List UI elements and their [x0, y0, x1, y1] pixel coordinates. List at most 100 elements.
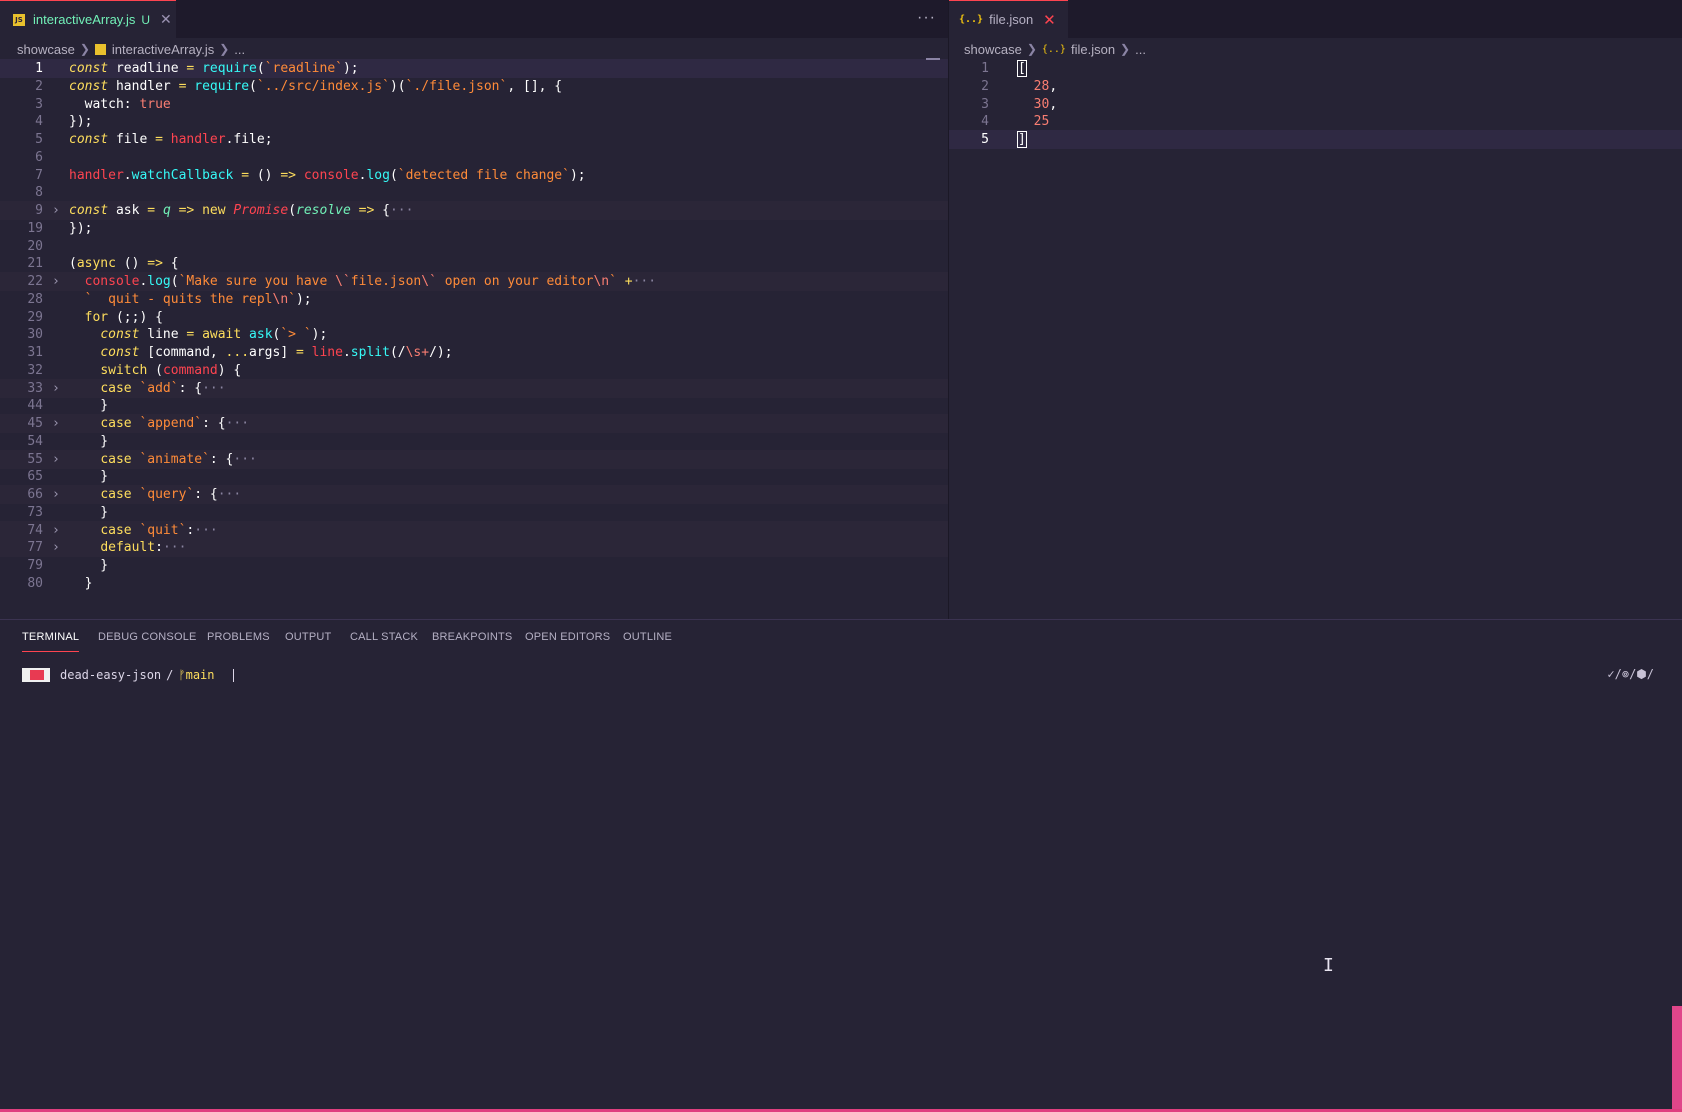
code-line[interactable]: 4});: [0, 112, 948, 131]
code-token: ask: [249, 327, 273, 343]
code-token: : {: [209, 451, 234, 467]
code-line[interactable]: 65 }: [0, 467, 948, 486]
scrollbar-indicator[interactable]: [926, 58, 940, 60]
fold-chevron-icon[interactable]: ›: [52, 272, 64, 291]
line-number: 5: [35, 132, 43, 147]
line-number: 6: [35, 149, 43, 165]
code-token: )(: [389, 78, 406, 94]
code-line[interactable]: 45 › case `append`: {···: [0, 414, 948, 433]
code-line[interactable]: 3 30,: [949, 95, 1682, 114]
tab-interactive-array[interactable]: JS interactiveArray.js U ✕: [0, 0, 176, 38]
code-line[interactable]: 9 › const ask = q => new Promise(resolve =…: [0, 201, 948, 220]
code-line[interactable]: 77 › default:···: [0, 538, 948, 558]
line-number: 8: [35, 185, 43, 201]
breadcrumb-file[interactable]: file.json: [1071, 42, 1115, 57]
code-editor-right[interactable]: 1[2 28, 3 30, 4 25 5]: [949, 59, 1682, 619]
code-text: });: [69, 219, 92, 238]
line-number: 44: [27, 398, 43, 414]
code-line[interactable]: 4 25: [949, 112, 1682, 131]
breadcrumb-folder[interactable]: showcase: [964, 42, 1022, 57]
code-token: [command,: [139, 345, 226, 360]
code-line[interactable]: 5 const file = handler.file;: [0, 130, 948, 149]
code-token: `add`: [139, 380, 179, 396]
code-token: ask: [108, 203, 148, 218]
code-line[interactable]: 33 › case `add`: {···: [0, 378, 948, 398]
code-line[interactable]: 19});: [0, 219, 948, 238]
tab-file-json[interactable]: {..} file.json ✕: [949, 0, 1068, 38]
breadcrumb-folder[interactable]: showcase: [17, 42, 75, 57]
code-line[interactable]: 31 const [command, ...args] = line.split…: [0, 343, 948, 362]
terminal[interactable]: dead-easy-json / ᚠmain ✓/⊚/⬢/: [0, 658, 1682, 1112]
code-line[interactable]: 80 }: [0, 574, 948, 593]
tab-outline[interactable]: OUTLINE: [623, 631, 672, 643]
prompt-separator: /: [166, 668, 174, 682]
fold-chevron-icon[interactable]: ›: [52, 201, 64, 220]
code-line[interactable]: 2 const handler = require(`../src/index.j…: [0, 77, 948, 96]
code-token: ,: [1049, 96, 1058, 112]
tab-terminal[interactable]: TERMINAL: [22, 631, 80, 652]
code-token: }: [69, 504, 109, 520]
code-line[interactable]: 6: [0, 148, 948, 167]
tab-debug-console[interactable]: DEBUG CONSOLE: [98, 631, 197, 643]
breadcrumb-file[interactable]: interactiveArray.js: [112, 42, 214, 57]
code-line[interactable]: 30 const line = await ask(`> `);: [0, 325, 948, 344]
tab-call-stack[interactable]: CALL STACK: [350, 631, 418, 643]
line-number: 5: [981, 132, 989, 147]
more-actions-icon[interactable]: ···: [917, 9, 936, 27]
code-line[interactable]: 20: [0, 237, 948, 256]
code-line[interactable]: 8: [0, 183, 948, 202]
code-line[interactable]: 5]: [949, 130, 1682, 149]
code-line[interactable]: 2 28,: [949, 77, 1682, 96]
code-text: [: [1017, 59, 1027, 78]
breadcrumb-symbol[interactable]: ...: [1135, 42, 1146, 57]
bottom-panel: TERMINAL DEBUG CONSOLE PROBLEMS OUTPUT C…: [0, 619, 1682, 1112]
fold-chevron-icon[interactable]: ›: [52, 538, 64, 557]
code-token: =: [296, 345, 304, 360]
fold-chevron-icon[interactable]: ›: [52, 379, 64, 398]
code-token: case: [100, 451, 132, 467]
code-line[interactable]: 66 › case `query`: {···: [0, 485, 948, 504]
code-line[interactable]: 22 › console.log(`Make sure you have \`fi…: [0, 272, 948, 291]
code-line[interactable]: 74 › case `quit`:···: [0, 520, 948, 540]
code-line[interactable]: 54 }: [0, 432, 948, 451]
code-line[interactable]: 79 }: [0, 556, 948, 575]
code-token: (: [256, 61, 265, 76]
code-text: default:···: [69, 538, 186, 557]
breadcrumb-symbol[interactable]: ...: [234, 42, 245, 57]
code-line[interactable]: 1[: [949, 59, 1682, 78]
code-line[interactable]: 32 switch (command) {: [0, 361, 948, 380]
code-editor-left[interactable]: 1 const readline = require(`readline`); 2 c…: [0, 59, 948, 619]
code-text: }: [69, 396, 108, 415]
close-icon[interactable]: ✕: [1043, 11, 1056, 29]
terminal-scrollbar[interactable]: [1672, 1006, 1682, 1110]
fold-chevron-icon[interactable]: ›: [52, 414, 64, 433]
fold-chevron-icon[interactable]: ›: [52, 450, 64, 469]
code-line[interactable]: 73 }: [0, 503, 948, 522]
code-token: (: [147, 362, 163, 378]
line-number: 22: [27, 274, 43, 289]
line-number: 21: [27, 256, 43, 272]
fold-chevron-icon[interactable]: ›: [52, 485, 64, 504]
code-line[interactable]: 7 handler.watchCallback = () => console.l…: [0, 166, 948, 185]
code-line[interactable]: 29 for (;;) {: [0, 308, 948, 327]
code-line[interactable]: 28 ` quit - quits the repl\n`);: [0, 290, 948, 309]
code-line[interactable]: 55 › case `animate`: {···: [0, 449, 948, 469]
fold-chevron-icon[interactable]: ›: [52, 521, 64, 540]
close-icon[interactable]: ✕: [160, 11, 172, 28]
tab-breakpoints[interactable]: BREAKPOINTS: [432, 631, 512, 643]
code-line[interactable]: 3 watch: true: [0, 95, 948, 114]
code-line[interactable]: 44 }: [0, 396, 948, 415]
code-line[interactable]: 1 const readline = require(`readline`);: [0, 59, 948, 78]
line-number: 7: [35, 167, 43, 183]
tab-open-editors[interactable]: OPEN EDITORS: [525, 631, 610, 643]
tab-output[interactable]: OUTPUT: [285, 631, 331, 643]
code-token: \n: [272, 291, 289, 307]
tab-problems[interactable]: PROBLEMS: [207, 631, 270, 643]
code-token: ...: [225, 345, 250, 360]
code-token: switch: [100, 362, 148, 378]
code-line[interactable]: 21 (async () => {: [0, 254, 948, 273]
